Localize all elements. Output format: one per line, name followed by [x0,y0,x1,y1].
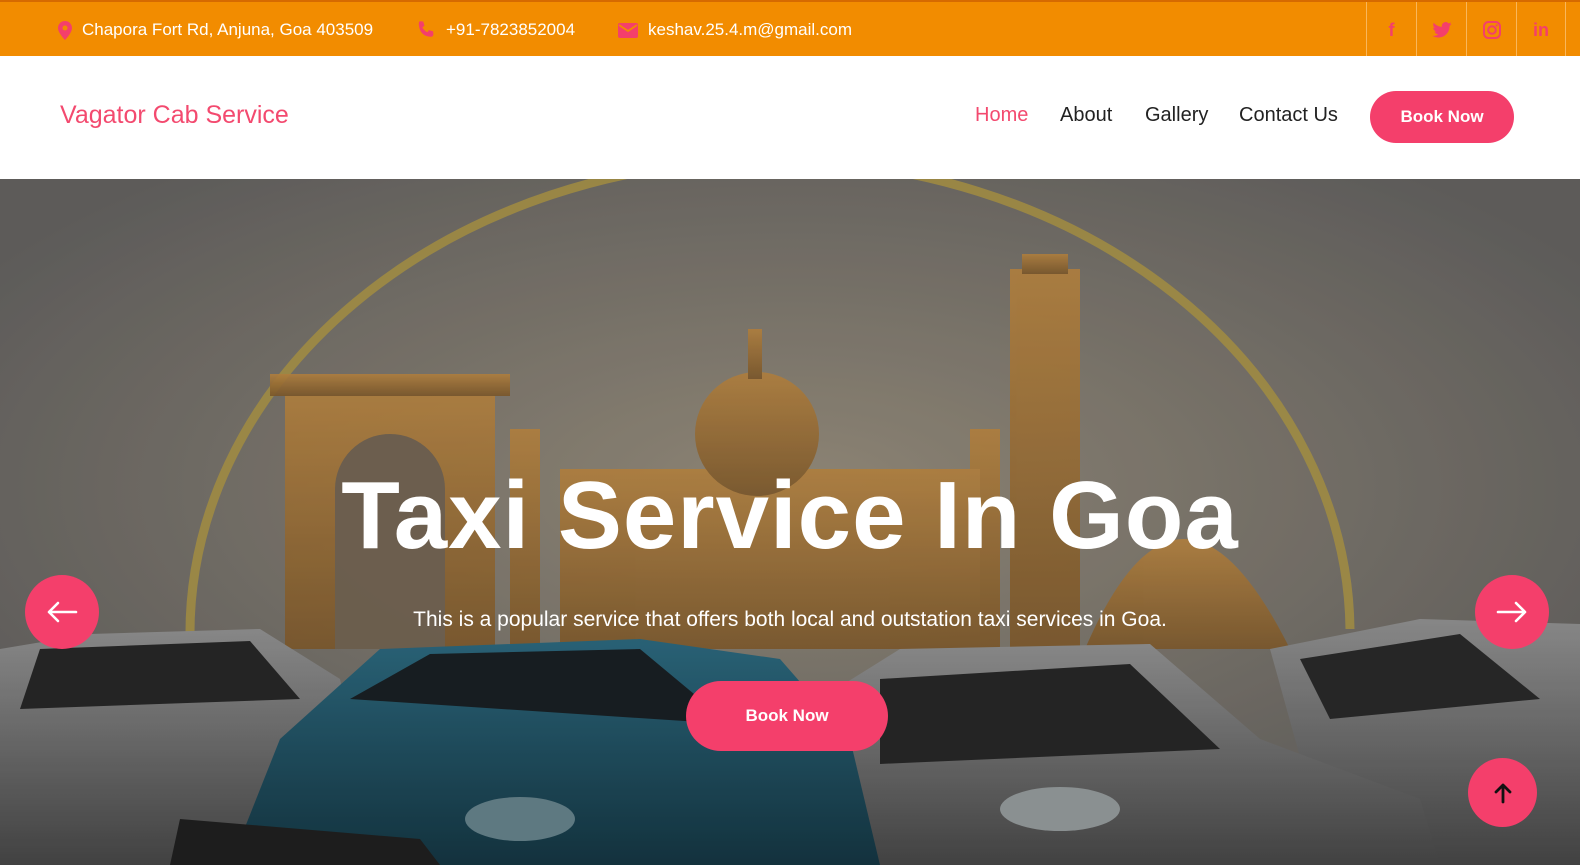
address-text: Chapora Fort Rd, Anjuna, Goa 403509 [82,20,374,39]
linkedin-link[interactable]: in [1516,2,1566,58]
nav-gallery[interactable]: Gallery [1145,104,1208,127]
map-marker-icon [58,20,72,40]
nav-about[interactable]: About [1060,104,1112,127]
back-to-top-button[interactable] [1468,758,1537,827]
phone-icon [418,21,434,37]
main-navbar: Vagator Cab Service Home About Gallery C… [0,56,1580,179]
arrow-up-icon [1494,783,1511,803]
facebook-icon: f [1388,19,1395,40]
linkedin-icon: in [1533,19,1549,40]
arrow-right-icon [1496,601,1527,623]
instagram-link[interactable] [1466,2,1516,58]
hero-carousel: Taxi Service In Goa This is a popular se… [0,179,1580,865]
hero-subtitle: This is a popular service that offers bo… [413,608,1167,631]
phone-info[interactable]: +91-7823852004 [416,2,575,58]
address-info: Chapora Fort Rd, Anjuna, Goa 403509 [58,2,373,58]
phone-text[interactable]: +91-7823852004 [446,20,575,40]
instagram-icon [1482,21,1501,39]
nav-home[interactable]: Home [975,104,1028,127]
hero-book-now-button[interactable]: Book Now [686,681,888,751]
email-text[interactable]: keshav.25.4.m@gmail.com [648,20,852,40]
social-links: f in [1366,2,1566,58]
email-info[interactable]: keshav.25.4.m@gmail.com [618,2,852,58]
carousel-prev-button[interactable] [25,575,99,649]
brand-logo[interactable]: Vagator Cab Service [60,101,289,130]
envelope-icon [618,22,638,38]
twitter-link[interactable] [1416,2,1466,58]
hero-title: Taxi Service In Goa [341,462,1239,569]
book-now-button[interactable]: Book Now [1370,91,1514,143]
twitter-icon [1431,22,1452,38]
facebook-link[interactable]: f [1366,2,1416,58]
carousel-next-button[interactable] [1475,575,1549,649]
top-info-bar: Chapora Fort Rd, Anjuna, Goa 403509 +91-… [0,0,1580,58]
arrow-left-icon [47,601,78,623]
nav-contact-us[interactable]: Contact Us [1239,104,1338,127]
